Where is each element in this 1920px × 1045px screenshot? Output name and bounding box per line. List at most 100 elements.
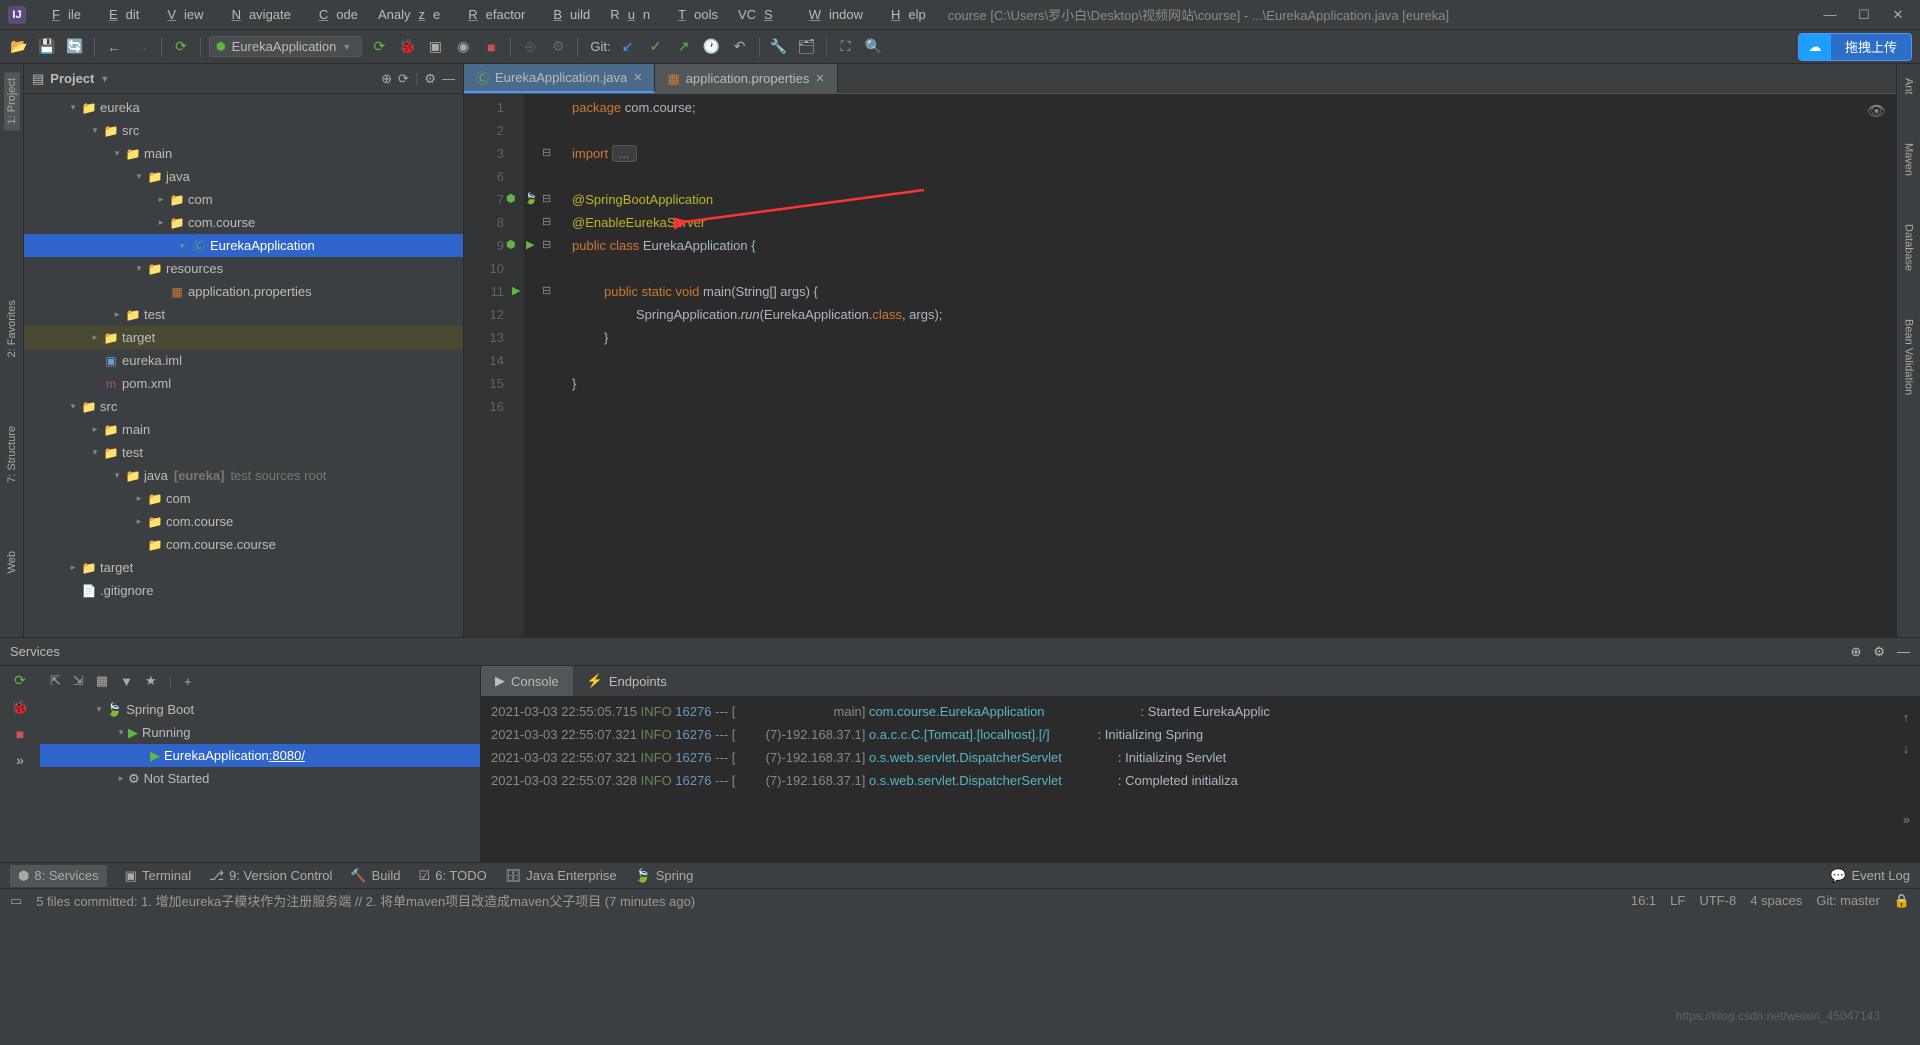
add-icon[interactable]: +	[184, 674, 192, 689]
search-icon[interactable]: 🔍	[863, 36, 885, 58]
stripe-bean-validation[interactable]: Bean Validation	[1903, 315, 1915, 399]
console-output[interactable]: ↑ ↓ » 2021-03-03 22:55:05.715 INFO 16276…	[481, 696, 1920, 862]
stripe-maven[interactable]: Maven	[1903, 139, 1915, 180]
attach-icon[interactable]: ⎆	[519, 36, 541, 58]
expand-all-icon[interactable]: ⇲	[73, 673, 84, 689]
git-commit-icon[interactable]: ✓	[645, 36, 667, 58]
tree-row-com[interactable]: ▸📁com	[24, 487, 463, 510]
tree-row-com-course-course[interactable]: 📁com.course.course	[24, 533, 463, 556]
stripe-database[interactable]: Database	[1903, 220, 1915, 275]
menu-code[interactable]: Code	[303, 3, 366, 26]
tree-row-eureka[interactable]: ▾📁eureka	[24, 96, 463, 119]
tab-version-control[interactable]: ⎇9: Version Control	[209, 868, 332, 884]
target-icon[interactable]: ⊕	[381, 71, 392, 87]
run-gutter-icon[interactable]: ⬢	[506, 188, 516, 211]
tab-application-properties[interactable]: ▦ application.properties ✕	[655, 64, 837, 93]
menu-run[interactable]: Run	[602, 3, 658, 26]
tree-row-java[interactable]: ▾📁java	[24, 165, 463, 188]
debug-icon[interactable]: 🐞	[11, 699, 28, 716]
target-icon[interactable]: ⊕	[1850, 644, 1861, 660]
tab-endpoints[interactable]: ⚡Endpoints	[573, 666, 681, 696]
upload-button[interactable]: ☁ 拖拽上传	[1798, 33, 1912, 61]
svc-row-spring-boot[interactable]: ▾🍃Spring Boot	[40, 698, 480, 721]
tree-row-main[interactable]: ▾📁main	[24, 142, 463, 165]
collapse-icon[interactable]: —	[1897, 644, 1910, 659]
menu-tools[interactable]: Tools	[662, 3, 726, 26]
close-icon[interactable]: ✕	[815, 72, 824, 85]
svc-row-eurekaapplication[interactable]: ▶EurekaApplication :8080/	[40, 744, 480, 767]
coverage-icon[interactable]: ▣	[424, 36, 446, 58]
maximize-icon[interactable]: ☐	[1856, 7, 1872, 23]
run-icon[interactable]: ⟳	[368, 36, 390, 58]
play-gutter-icon[interactable]: ▶	[512, 280, 520, 303]
more-icon[interactable]: »	[1903, 808, 1910, 831]
tab-build[interactable]: 🔨Build	[350, 868, 400, 884]
tree-row-com[interactable]: ▸📁com	[24, 188, 463, 211]
menu-refactor[interactable]: Refactor	[452, 3, 533, 26]
menu-help[interactable]: Help	[875, 3, 934, 26]
tab-eureka-application[interactable]: Ⓒ EurekaApplication.java ✕	[464, 64, 655, 93]
indent[interactable]: 4 spaces	[1750, 893, 1802, 908]
gear-icon[interactable]: ⚙	[424, 71, 436, 87]
bookmark-icon[interactable]: ★	[145, 673, 157, 689]
gear-icon[interactable]: ⚙	[1873, 644, 1885, 660]
tab-services[interactable]: ⬢8: Services	[10, 865, 107, 887]
tree-row-test[interactable]: ▸📁test	[24, 303, 463, 326]
tree-row-target[interactable]: ▸📁target	[24, 326, 463, 349]
tree-row-application-properties[interactable]: ▦application.properties	[24, 280, 463, 303]
menu-analyze[interactable]: Analyze	[370, 3, 448, 26]
menu-vcs[interactable]: VCS	[730, 3, 789, 26]
run-gutter-icon[interactable]: ⬢	[506, 234, 516, 257]
stripe-web[interactable]: Web	[6, 547, 18, 577]
scroll-up-icon[interactable]: ↑	[1903, 706, 1910, 729]
tree-row-resources[interactable]: ▾📁resources	[24, 257, 463, 280]
config-icon[interactable]: ⚙	[547, 36, 569, 58]
menu-edit[interactable]: Edit	[93, 3, 147, 26]
tab-terminal[interactable]: ▣Terminal	[125, 868, 191, 884]
forward-icon[interactable]: →	[131, 36, 153, 58]
tree-row-pom-xml[interactable]: mpom.xml	[24, 372, 463, 395]
stop-icon[interactable]: ■	[16, 726, 24, 742]
tab-console[interactable]: ▶Console	[481, 666, 573, 696]
debug-icon[interactable]: 🐞	[396, 36, 418, 58]
close-icon[interactable]: ✕	[1890, 7, 1906, 23]
menu-navigate[interactable]: Navigate	[216, 3, 299, 26]
group-icon[interactable]: ▦	[96, 673, 108, 689]
compile-icon[interactable]: ⟳	[170, 36, 192, 58]
stop-icon[interactable]: ■	[480, 36, 502, 58]
git-revert-icon[interactable]: ↶	[729, 36, 751, 58]
stripe-structure[interactable]: 7: Structure	[6, 422, 18, 487]
editor-body[interactable]: 👁 123678910111213141516 ⬢ 🍃 ⬢ ▶ ▶ ⊟ ⊟ ⊟ …	[464, 94, 1896, 637]
tree-row-com-course[interactable]: ▸📁com.course	[24, 510, 463, 533]
tree-row-eurekaapplication[interactable]: ▸ⒸEurekaApplication	[24, 234, 463, 257]
line-separator[interactable]: LF	[1670, 893, 1685, 908]
git-branch[interactable]: Git: master	[1816, 893, 1880, 908]
stripe-ant[interactable]: Ant	[1903, 74, 1915, 99]
open-icon[interactable]: 📂	[8, 36, 30, 58]
scroll-down-icon[interactable]: ↓	[1903, 737, 1910, 760]
lock-icon[interactable]: 🔒	[1894, 893, 1910, 909]
tab-spring[interactable]: 🍃Spring	[635, 868, 694, 884]
tab-todo[interactable]: ☑6: TODO	[419, 868, 487, 884]
menu-build[interactable]: Build	[537, 3, 598, 26]
profile-icon[interactable]: ◉	[452, 36, 474, 58]
git-push-icon[interactable]: ↗	[673, 36, 695, 58]
save-all-icon[interactable]: 💾	[36, 36, 58, 58]
tree-row-src[interactable]: ▾📁src	[24, 395, 463, 418]
menu-window[interactable]: Window	[793, 3, 871, 26]
git-update-icon[interactable]: ↙	[617, 36, 639, 58]
collapse-icon[interactable]: —	[442, 71, 455, 86]
services-tree[interactable]: ▾🍃Spring Boot▾▶Running▶EurekaApplication…	[40, 696, 480, 862]
tab-event-log[interactable]: 💬Event Log	[1830, 868, 1910, 884]
tab-java-enterprise[interactable]: 🗄Java Enterprise	[505, 868, 617, 884]
tree-row-eureka-iml[interactable]: ▣eureka.iml	[24, 349, 463, 372]
tree-row-com-course[interactable]: ▸📁com.course	[24, 211, 463, 234]
tree-row-src[interactable]: ▾📁src	[24, 119, 463, 142]
collapse-all-icon[interactable]: ⇱	[50, 673, 61, 689]
tree-row--gitignore[interactable]: 📄.gitignore	[24, 579, 463, 602]
svc-row-running[interactable]: ▾▶Running	[40, 721, 480, 744]
back-icon[interactable]: ←	[103, 36, 125, 58]
menu-file[interactable]: File	[36, 3, 89, 26]
more-icon[interactable]: »	[16, 752, 24, 768]
code-content[interactable]: package com.course; import ... @SpringBo…	[524, 94, 1896, 637]
